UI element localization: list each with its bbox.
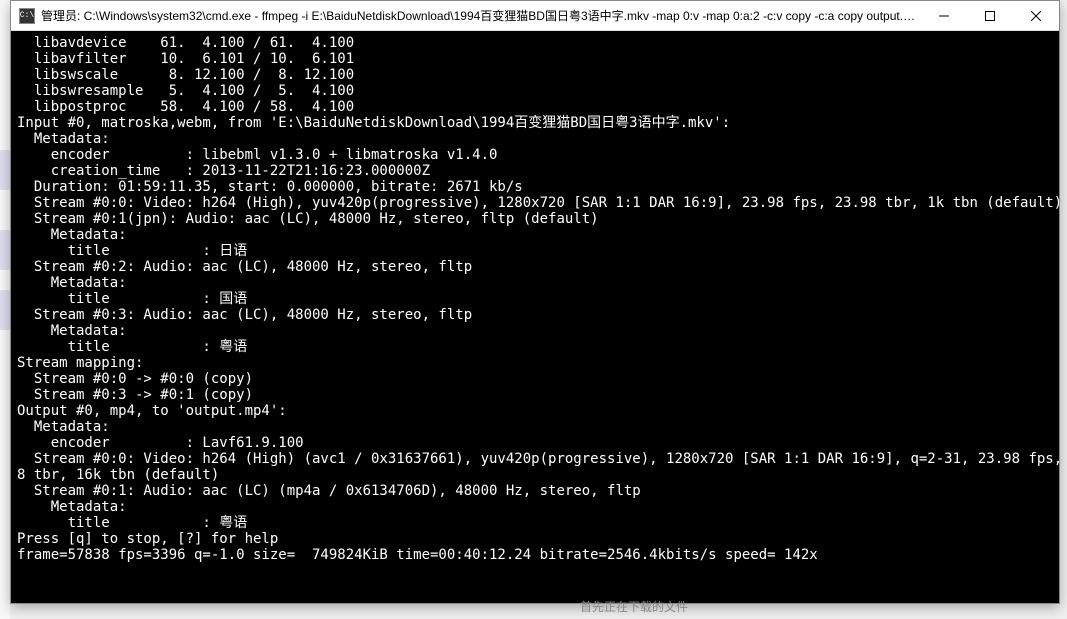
terminal-line: Input #0, matroska,webm, from 'E:\BaiduN… <box>17 115 1053 131</box>
terminal-line: 8 tbr, 16k tbn (default) <box>17 467 1053 483</box>
terminal-line: title : 粤语 <box>17 515 1053 531</box>
terminal-line: Stream #0:3: Audio: aac (LC), 48000 Hz, … <box>17 307 1053 323</box>
terminal-line: Metadata: <box>17 499 1053 515</box>
terminal-line: Stream #0:2: Audio: aac (LC), 48000 Hz, … <box>17 259 1053 275</box>
terminal-line: title : 粤语 <box>17 339 1053 355</box>
minimize-button[interactable] <box>921 1 967 30</box>
window-title: 管理员: C:\Windows\system32\cmd.exe - ffmpe… <box>41 7 921 24</box>
terminal-output[interactable]: libavdevice 61. 4.100 / 61. 4.100 libavf… <box>11 31 1059 603</box>
terminal-line: Metadata: <box>17 323 1053 339</box>
taskbar-fragment <box>0 150 10 190</box>
terminal-line: Stream mapping: <box>17 355 1053 371</box>
terminal-line: Metadata: <box>17 131 1053 147</box>
terminal-line: Duration: 01:59:11.35, start: 0.000000, … <box>17 179 1053 195</box>
close-button[interactable] <box>1013 1 1059 30</box>
background-text: 首先正在下载的文件 <box>580 598 688 615</box>
terminal-line: Stream #0:3 -> #0:1 (copy) <box>17 387 1053 403</box>
maximize-button[interactable] <box>967 1 1013 30</box>
terminal-line: Metadata: <box>17 419 1053 435</box>
terminal-line: Metadata: <box>17 227 1053 243</box>
terminal-line: encoder : Lavf61.9.100 <box>17 435 1053 451</box>
cmd-window: C:\ 管理员: C:\Windows\system32\cmd.exe - f… <box>10 0 1060 604</box>
cmd-icon: C:\ <box>19 8 35 24</box>
terminal-line: libswresample 5. 4.100 / 5. 4.100 <box>17 83 1053 99</box>
terminal-line: Stream #0:0: Video: h264 (High) (avc1 / … <box>17 451 1053 467</box>
taskbar-fragment <box>0 290 10 330</box>
terminal-line: Stream #0:1: Audio: aac (LC) (mp4a / 0x6… <box>17 483 1053 499</box>
terminal-line: title : 日语 <box>17 243 1053 259</box>
terminal-line: frame=57838 fps=3396 q=-1.0 size= 749824… <box>17 547 1053 563</box>
terminal-line: Press [q] to stop, [?] for help <box>17 531 1053 547</box>
titlebar[interactable]: C:\ 管理员: C:\Windows\system32\cmd.exe - f… <box>11 1 1059 31</box>
terminal-line: encoder : libebml v1.3.0 + libmatroska v… <box>17 147 1053 163</box>
taskbar-fragment <box>0 230 10 270</box>
window-controls <box>921 1 1059 30</box>
terminal-line: Metadata: <box>17 275 1053 291</box>
terminal-line: Output #0, mp4, to 'output.mp4': <box>17 403 1053 419</box>
terminal-line: Stream #0:1(jpn): Audio: aac (LC), 48000… <box>17 211 1053 227</box>
terminal-line: libpostproc 58. 4.100 / 58. 4.100 <box>17 99 1053 115</box>
terminal-line: libavfilter 10. 6.101 / 10. 6.101 <box>17 51 1053 67</box>
terminal-line: libavdevice 61. 4.100 / 61. 4.100 <box>17 35 1053 51</box>
terminal-line: title : 国语 <box>17 291 1053 307</box>
terminal-line: libswscale 8. 12.100 / 8. 12.100 <box>17 67 1053 83</box>
terminal-line: creation_time : 2013-11-22T21:16:23.0000… <box>17 163 1053 179</box>
terminal-line: Stream #0:0: Video: h264 (High), yuv420p… <box>17 195 1053 211</box>
terminal-line: Stream #0:0 -> #0:0 (copy) <box>17 371 1053 387</box>
